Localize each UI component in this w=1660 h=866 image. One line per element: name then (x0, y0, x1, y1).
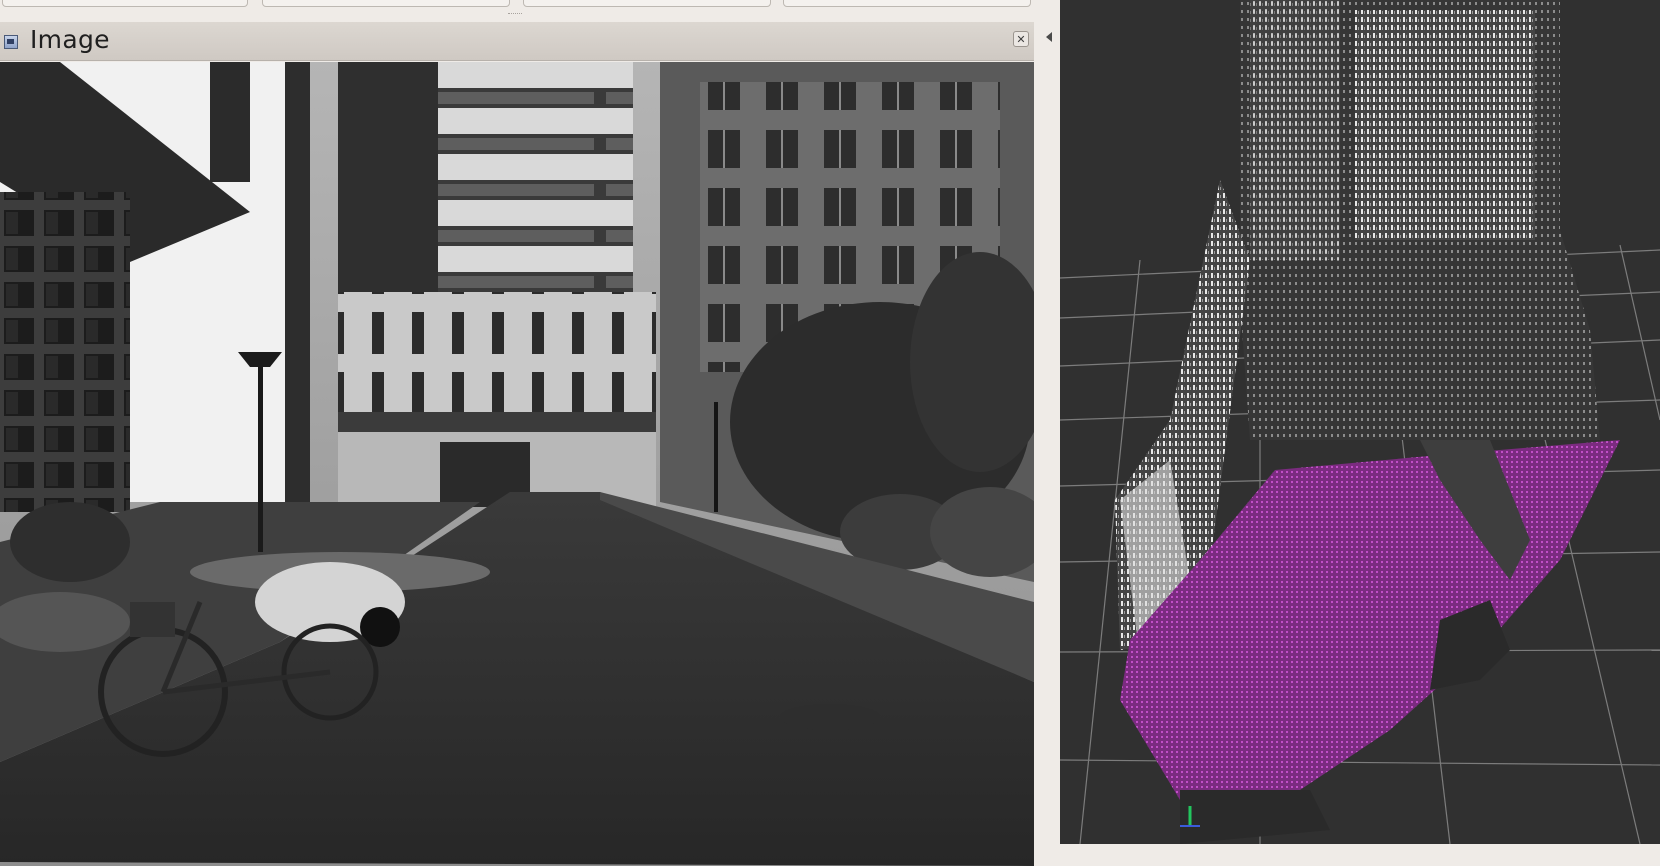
camera-image-render (0, 62, 1034, 866)
image-panel: Image ✕ (0, 22, 1034, 866)
image-panel-titlebar: Image ✕ (0, 22, 1034, 61)
top-toolbar (0, 0, 1031, 22)
image-panel-title: Image (30, 25, 110, 54)
toolbar-button-3[interactable] (523, 0, 771, 7)
camera-image (0, 62, 1034, 866)
3d-viewport[interactable] (1060, 0, 1660, 844)
close-icon[interactable]: ✕ (1013, 31, 1029, 47)
toolbar-resize-grip[interactable] (508, 13, 522, 16)
image-window-icon (4, 35, 18, 49)
toolbar-button-2[interactable] (262, 0, 510, 7)
toolbar-button-4[interactable] (783, 0, 1031, 7)
toolbar-button-1[interactable] (2, 0, 248, 7)
triangle-left-icon[interactable] (1046, 32, 1052, 42)
panel-splitter[interactable] (1042, 0, 1060, 844)
point-cloud-render (1060, 0, 1660, 844)
